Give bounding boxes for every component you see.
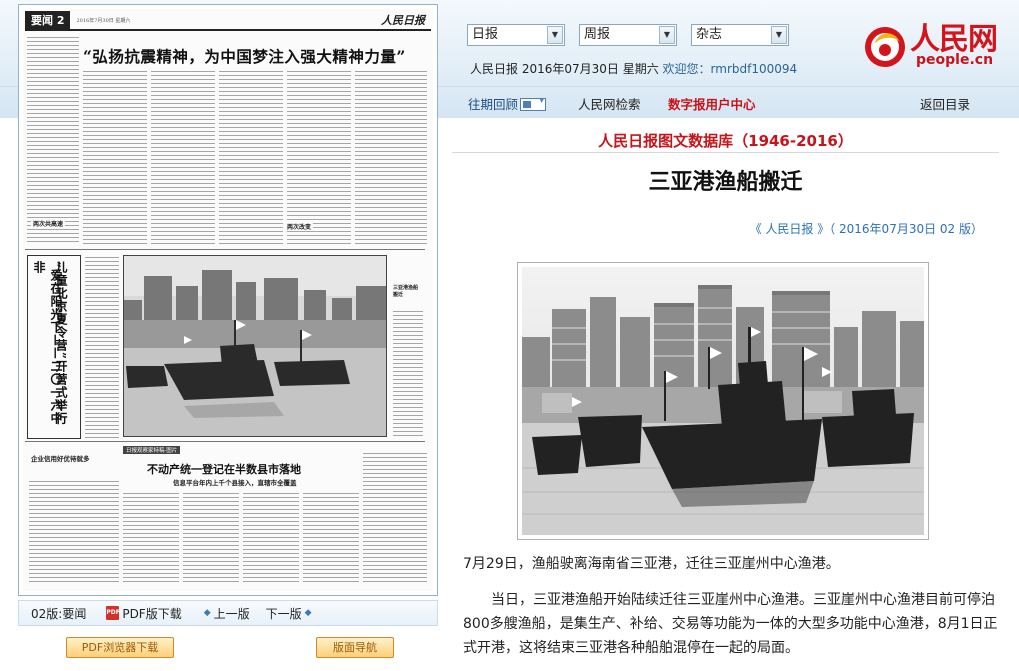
text-column	[29, 479, 119, 583]
vertical-headline: 儿童北京夏令营”开营式举行	[54, 261, 68, 425]
page-main-headline: “弘扬抗震精神，为中国梦注入强大精神力量”	[83, 47, 406, 66]
page-subhead: 两次改变	[285, 222, 314, 231]
weekly-select-value: 周报	[584, 27, 611, 42]
text-column	[287, 69, 351, 245]
text-column	[219, 69, 283, 245]
chevron-down-icon: ▼	[771, 26, 787, 44]
next-page-link[interactable]: 下一版 ◆	[266, 605, 312, 622]
past-review-label: 往期回顾	[468, 97, 519, 112]
people-logo-mark	[865, 27, 905, 67]
text-column	[355, 69, 427, 245]
page-navigation-button[interactable]: 版面导航	[316, 637, 394, 658]
page-lower-headline: 不动产统一登记在半数县市落地	[147, 463, 301, 476]
fishing-boats-photo	[522, 267, 924, 535]
article-title: 三亚港渔船搬迁	[648, 170, 803, 195]
people-logo[interactable]: 人民网 people.cn	[860, 14, 1000, 70]
next-page-label: 下一版	[265, 606, 302, 621]
daily-select[interactable]: 日报 ▼	[467, 24, 565, 46]
welcome-user: 欢迎您：rmrbdf100094	[662, 62, 798, 76]
article-source[interactable]: 《 人民日报 》（ 2016年07月30日 02 版）	[750, 220, 983, 237]
user-info-line: 人民日报 2016年07月30日 星期六 欢迎您：rmrbdf100094	[470, 60, 797, 77]
past-review-link[interactable]: 往期回顾	[468, 94, 547, 113]
text-column	[303, 491, 359, 583]
page-navigation-bar: 02版:要闻 PDF PDF版下载 ◆ 上一版 下一版 ◆	[18, 600, 438, 626]
chevron-down-icon: ▼	[659, 26, 675, 44]
date-info: 人民日报 2016年07月30日 星期六	[470, 62, 659, 76]
top-navigation: 往期回顾 人民网检索 数字报用户中心 返回目录	[452, 87, 1019, 117]
page-subhead: 两次共高速	[31, 219, 66, 228]
people-logo-domain: people.cn	[916, 52, 994, 68]
divider	[25, 441, 425, 442]
page-lower-tag: 日报观察家特稿·图片	[123, 446, 181, 454]
text-column	[243, 491, 299, 583]
divider	[25, 249, 425, 250]
divider	[452, 152, 999, 153]
daily-select-value: 日报	[472, 27, 499, 42]
page-left-lower-headline: 企业信用好优待就多	[31, 455, 90, 463]
page-lower-subhead: 信息平台年内上千个县接入，直辖市全覆盖	[173, 479, 297, 487]
text-column	[393, 309, 423, 437]
back-to-contents-link[interactable]: 返回目录	[920, 94, 970, 113]
chevron-down-icon: ▼	[547, 26, 563, 44]
prev-page-label: 上一版	[213, 606, 250, 621]
people-search-link[interactable]: 人民网检索	[578, 94, 641, 113]
pdf-reader-download-button[interactable]: PDF浏览器下载	[66, 637, 174, 658]
page-header: 要闻 2 2016年7月30日 星期六 人民日报	[25, 11, 431, 31]
calendar-icon[interactable]	[520, 96, 547, 111]
article-photo	[517, 262, 929, 540]
user-center-link[interactable]: 数字报用户中心	[668, 94, 756, 113]
weekly-select[interactable]: 周报 ▼	[579, 24, 677, 46]
page-date: 2016年7月30日 星期六	[76, 17, 131, 24]
newspaper-page[interactable]: 要闻 2 2016年7月30日 星期六 人民日报 “弘扬抗震精神，为中国梦注入强…	[23, 9, 433, 591]
page-masthead: 人民日报	[381, 14, 425, 27]
text-column	[27, 35, 79, 245]
text-column	[83, 69, 147, 245]
text-column	[183, 491, 239, 583]
text-column	[151, 69, 215, 245]
prev-page-link[interactable]: ◆ 上一版	[204, 605, 250, 622]
arrow-right-icon: ◆	[304, 608, 312, 618]
page-photo-caption: 三亚港渔船搬迁	[393, 285, 419, 298]
current-page-label[interactable]: 02版:要闻	[31, 605, 86, 622]
magazine-select-value: 杂志	[696, 27, 723, 42]
newspaper-page-frame: 要闻 2 2016年7月30日 星期六 人民日报 “弘扬抗震精神，为中国梦注入强…	[18, 4, 438, 596]
database-title: 人民日报图文数据库（1946-2016）	[598, 132, 853, 150]
pdf-download-link[interactable]: PDF PDF版下载	[106, 605, 182, 622]
pdf-icon: PDF	[106, 606, 120, 620]
text-column	[85, 255, 119, 439]
article-paragraph: 7月29日，渔船驶离海南省三亚港，迁往三亚崖州中心渔港。	[463, 556, 840, 572]
page-section-label: 要闻 2	[25, 11, 71, 29]
magazine-select[interactable]: 杂志 ▼	[691, 24, 789, 46]
article-paragraph: 当日，三亚港渔船开始陆续迁往三亚崖州中心渔港。三亚崖州中心渔港目前可停泊800多…	[463, 592, 998, 656]
text-column	[123, 491, 179, 583]
arrow-left-icon: ◆	[203, 608, 211, 618]
pdf-download-label: PDF版下载	[122, 606, 182, 621]
page-photo	[123, 255, 387, 437]
text-column	[363, 451, 427, 583]
